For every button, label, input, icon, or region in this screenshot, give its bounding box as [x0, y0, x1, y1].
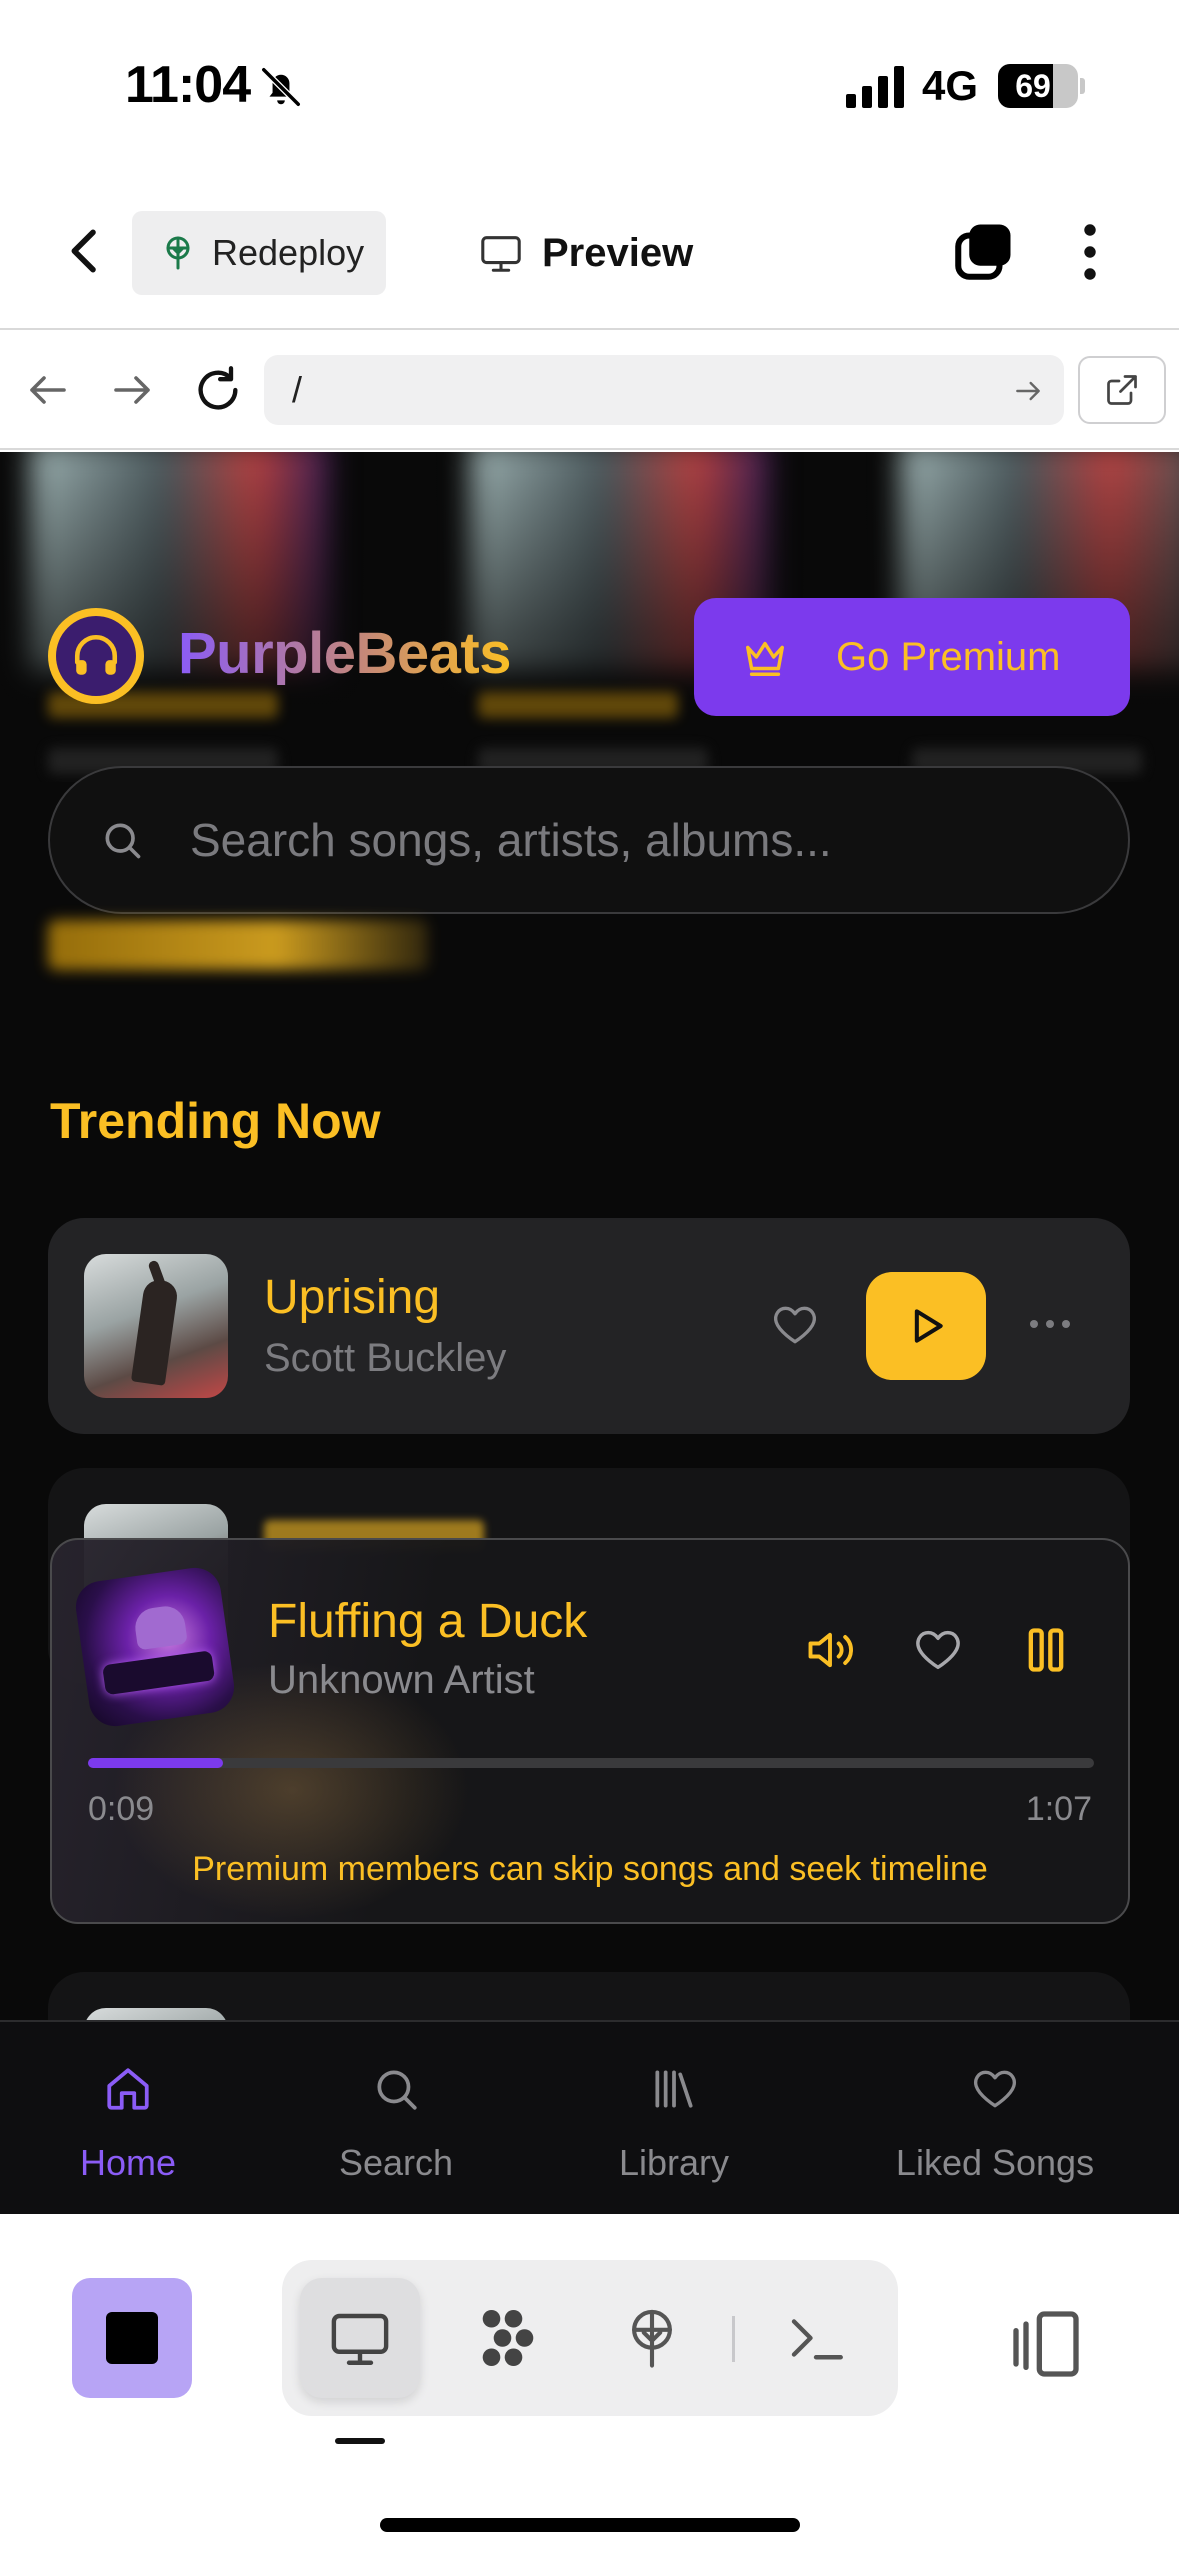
heart-icon[interactable]: [912, 1624, 964, 1676]
brand-logo[interactable]: [48, 608, 144, 704]
nav-label-home: Home: [79, 2142, 177, 2183]
nav-item-library[interactable]: Library: [594, 2022, 754, 2214]
preview-tab[interactable]: Preview: [478, 221, 693, 285]
progress-fill: [88, 1758, 223, 1768]
home-icon: [107, 2068, 149, 2110]
monitor-icon: [331, 2313, 389, 2365]
track-artist: Scott Buckley: [264, 1336, 507, 1380]
stop-icon: [106, 2312, 158, 2364]
go-arrow-icon[interactable]: [1012, 375, 1044, 407]
ide-toolbar: [0, 2214, 1179, 2556]
back-chevron-icon[interactable]: [58, 223, 114, 279]
external-link-icon: [1107, 375, 1137, 405]
crown-icon: [746, 641, 784, 676]
premium-note: Premium members can skip songs and seek …: [192, 1850, 988, 1888]
go-premium-label: Go Premium: [836, 634, 1061, 679]
stop-button[interactable]: [72, 2278, 192, 2398]
search-input[interactable]: [190, 813, 1070, 867]
volume-icon[interactable]: [804, 1624, 856, 1676]
arrow-left-icon[interactable]: [24, 366, 72, 414]
status-bar: 11:04 4G 69: [0, 0, 1179, 175]
battery-level: 69: [1015, 68, 1051, 104]
bell-off-icon: [261, 67, 301, 107]
play-icon: [914, 1309, 943, 1343]
now-playing-artist: Unknown Artist: [268, 1658, 535, 1702]
nav-label-library: Library: [618, 2142, 730, 2183]
url-text: /: [292, 369, 303, 410]
pause-icon[interactable]: [1020, 1624, 1072, 1676]
tool-tabs: [282, 2260, 898, 2416]
tool-preview-button[interactable]: [300, 2278, 420, 2398]
status-time: 11:04: [125, 56, 251, 114]
active-tab-indicator: [335, 2438, 385, 2444]
library-icon: [655, 2070, 693, 2108]
track-row[interactable]: Uprising Scott Buckley: [48, 1218, 1130, 1434]
tool-terminal-button[interactable]: [756, 2278, 876, 2398]
arrow-right-icon[interactable]: [108, 366, 156, 414]
nodes-icon: [482, 2309, 534, 2367]
nav-item-search[interactable]: Search: [316, 2022, 476, 2214]
more-vertical-icon[interactable]: [1070, 219, 1110, 285]
now-playing-artwork: [72, 1564, 238, 1730]
monitor-icon: [481, 236, 521, 272]
signal-icon: [846, 66, 904, 108]
deploy-icon: [166, 236, 190, 270]
deploy-icon: [632, 2309, 672, 2368]
home-indicator: [380, 2518, 800, 2532]
nav-item-liked-songs[interactable]: Liked Songs: [880, 2022, 1110, 2214]
go-premium-button[interactable]: Go Premium: [694, 598, 1130, 716]
tabs-icon[interactable]: [950, 219, 1016, 285]
open-external-button[interactable]: [1078, 356, 1166, 424]
track-title: Uprising: [264, 1271, 441, 1324]
progress-bar[interactable]: [88, 1758, 1094, 1768]
now-playing-bar: Fluffing a Duck Unknown Artist 0:09 1:07…: [50, 1538, 1130, 1924]
time-total: 1:07: [1025, 1790, 1092, 1828]
nav-item-home[interactable]: Home: [58, 2022, 198, 2214]
redeploy-label: Redeploy: [212, 232, 365, 273]
heart-icon[interactable]: [770, 1300, 820, 1350]
track-artwork: [84, 1254, 228, 1398]
heart-icon: [974, 2070, 1016, 2108]
terminal-icon: [791, 2319, 843, 2360]
tool-deploy-button[interactable]: [592, 2278, 712, 2398]
search-bar[interactable]: [48, 766, 1130, 914]
now-playing-title: Fluffing a Duck: [268, 1595, 588, 1648]
app-viewport: PurpleBeats Go Premium Trending Now Upri…: [0, 452, 1179, 2214]
redeploy-button[interactable]: Redeploy: [132, 211, 386, 295]
tool-files-button[interactable]: [448, 2278, 568, 2398]
network-label: 4G: [922, 62, 979, 109]
time-elapsed: 0:09: [88, 1790, 155, 1828]
nav-label-search: Search: [338, 2142, 454, 2183]
bottom-navigation: Home Search Library Liked Songs: [0, 2020, 1179, 2214]
panels-icon[interactable]: [1006, 2304, 1086, 2384]
preview-label: Preview: [542, 230, 694, 275]
app-header: Redeploy Preview: [0, 175, 1179, 330]
brand-name[interactable]: PurpleBeats: [178, 620, 511, 687]
play-button[interactable]: [866, 1272, 986, 1380]
url-field[interactable]: /: [264, 355, 1064, 425]
nav-label-liked-songs: Liked Songs: [895, 2142, 1095, 2183]
more-horizontal-icon[interactable]: [1026, 1304, 1074, 1344]
search-icon: [377, 2070, 417, 2110]
blurred-section-heading: [48, 920, 428, 970]
section-title-trending: Trending Now: [50, 1093, 381, 1149]
battery-icon: 69: [998, 64, 1078, 108]
search-icon: [105, 823, 141, 859]
browser-bar: /: [0, 330, 1179, 450]
headphones-icon: [74, 635, 118, 675]
reload-icon[interactable]: [192, 364, 244, 416]
